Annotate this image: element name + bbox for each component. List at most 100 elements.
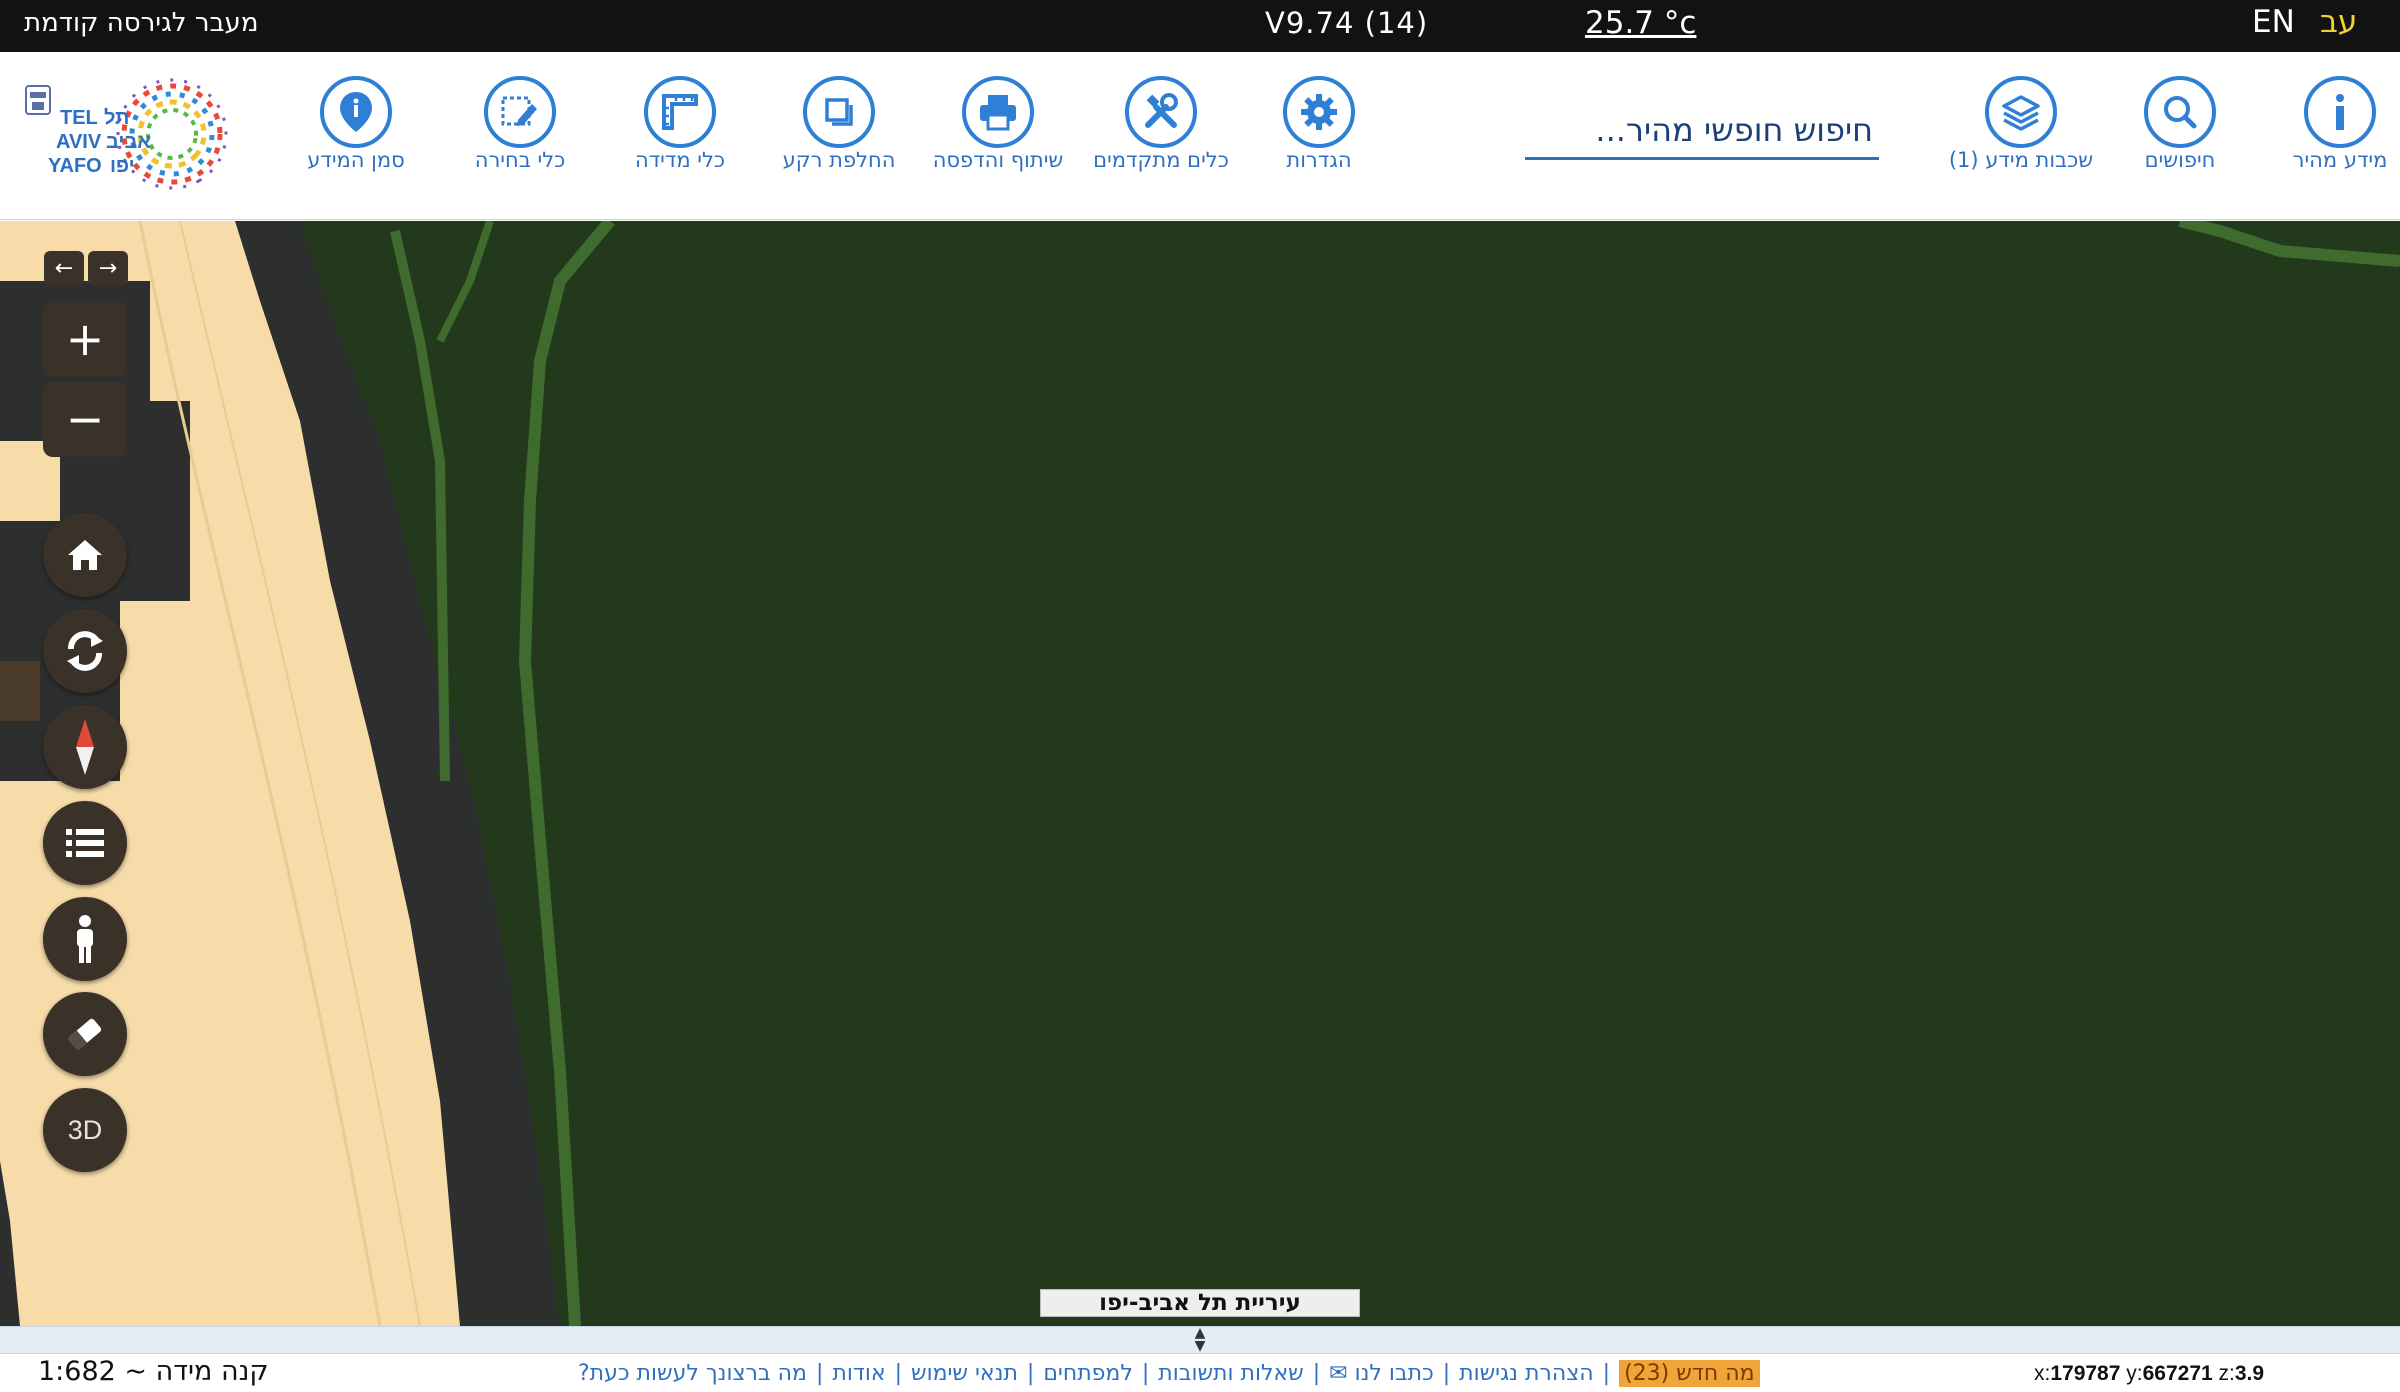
tool-background-switch[interactable]: החלפת רקע xyxy=(759,76,919,173)
background-switch-icon xyxy=(825,98,853,126)
coord-z-value: 3.9 xyxy=(2234,1362,2265,1385)
tel-aviv-logo[interactable]: TEL תל AVIV אביב YAFO יפו xyxy=(22,74,252,200)
refresh-button[interactable] xyxy=(43,609,127,693)
coord-y-value: 667271 xyxy=(2142,1362,2213,1385)
tool-quick-info[interactable]: מידע מהיר xyxy=(2260,76,2400,173)
footer-separator: | xyxy=(1312,1360,1321,1386)
refresh-icon xyxy=(67,631,103,671)
tool-selection-label: כלי בחירה xyxy=(474,148,566,172)
coord-y-label: y: xyxy=(2126,1362,2143,1385)
home-icon xyxy=(68,540,102,570)
toggle-3d-label: 3D xyxy=(67,1114,103,1145)
footer-separator: | xyxy=(1141,1360,1150,1386)
arrow-right-icon: → xyxy=(98,255,118,281)
logo-text-tel-he: תל xyxy=(104,107,129,129)
tool-layers-label: שכבות מידע (1) xyxy=(1948,148,2094,172)
tool-settings[interactable]: הגדרות xyxy=(1239,76,1399,173)
footer-separator: | xyxy=(1442,1360,1451,1386)
tool-searches[interactable]: חיפושים xyxy=(2100,76,2260,173)
footer-link-terms[interactable]: תנאי שימוש xyxy=(911,1361,1018,1386)
logo-text-yafo-he: יפו xyxy=(110,155,135,177)
footer-link-what-to-do[interactable]: מה ברצונך לעשות כעת? xyxy=(578,1361,807,1386)
map-attribution-label: עיריית תל אביב-יפו xyxy=(1040,1289,1360,1317)
tool-selection[interactable]: כלי בחירה xyxy=(440,76,600,173)
footer-link-faq[interactable]: שאלות ותשובות xyxy=(1158,1361,1303,1386)
coord-x-value: 179787 xyxy=(2050,1362,2121,1385)
map-green-road-3 xyxy=(436,221,494,343)
tool-info-marker[interactable]: סמן המידע xyxy=(276,76,436,173)
footer-link-developers[interactable]: למפתחים xyxy=(1043,1361,1133,1386)
tool-settings-label: הגדרות xyxy=(1286,148,1352,172)
eraser-button[interactable] xyxy=(43,992,127,1076)
layers-icon xyxy=(2002,95,2040,131)
tool-background-switch-label: החלפת רקע xyxy=(782,148,896,172)
logo-text-aviv-he: אביב xyxy=(106,131,151,153)
tool-quick-info-label: מידע מהיר xyxy=(2292,148,2388,172)
footer-link-about[interactable]: אודות xyxy=(832,1361,885,1386)
version-label: V9.74 (14) xyxy=(1265,6,1429,40)
zoom-out-button[interactable]: − xyxy=(43,381,127,457)
street-view-button[interactable] xyxy=(43,897,127,981)
bottom-panel-handle[interactable]: ▲ ▼ xyxy=(0,1326,2400,1354)
tool-layers[interactable]: שכבות מידע (1) xyxy=(1941,76,2101,173)
home-button[interactable] xyxy=(43,513,127,597)
map-scale: קנה מידה ~ 1:682 xyxy=(38,1356,269,1387)
coord-x-label: x: xyxy=(2034,1362,2051,1385)
ruler-icon xyxy=(662,94,698,130)
logo-text-yafo: YAFO xyxy=(48,155,102,177)
quick-search-input[interactable] xyxy=(1525,104,1879,156)
info-icon xyxy=(2336,94,2344,130)
footer-link-accessibility[interactable]: הצהרת נגישות xyxy=(1459,1361,1594,1386)
map-back-button[interactable]: ← xyxy=(44,251,84,285)
toggle-3d-button[interactable]: 3D xyxy=(43,1088,127,1172)
footer-link-contact[interactable]: כתבו לנו ✉ xyxy=(1329,1361,1434,1386)
arrow-left-icon: ← xyxy=(54,255,74,281)
map-basemap xyxy=(0,221,2400,1326)
tool-advanced-label: כלים מתקדמים xyxy=(1093,148,1229,172)
tool-searches-label: חיפושים xyxy=(2144,148,2216,172)
map-forward-button[interactable]: → xyxy=(88,251,128,285)
previous-version-link[interactable]: מעבר לגירסה קודמת xyxy=(24,8,258,38)
coord-z-label: z: xyxy=(2218,1362,2235,1385)
person-icon xyxy=(77,915,93,963)
list-icon xyxy=(66,829,104,857)
language-hebrew-button[interactable]: עב xyxy=(2320,4,2357,40)
footer-separator: | xyxy=(1602,1360,1611,1386)
map-view[interactable]: ← → + − 3D עיריית תל אביב-יפו xyxy=(0,221,2400,1326)
logo-graphic: TEL תל AVIV אביב YAFO יפו xyxy=(25,78,228,190)
expand-collapse-icon: ▲ ▼ xyxy=(1194,1325,1206,1354)
tool-measure[interactable]: כלי מדידה xyxy=(600,76,760,173)
footer-bar: קנה מידה ~ 1:682 מה ברצונך לעשות כעת? | … xyxy=(0,1354,2400,1392)
quick-search-box xyxy=(1525,104,1879,160)
compass-button[interactable] xyxy=(43,705,127,789)
printer-icon xyxy=(980,95,1016,131)
tool-measure-label: כלי מדידה xyxy=(634,148,726,172)
main-toolbar: TEL תל AVIV אביב YAFO יפו סמן המידע כלי … xyxy=(0,52,2400,220)
compass-icon xyxy=(76,719,94,775)
footer-links: מה ברצונך לעשות כעת? | אודות | תנאי שימו… xyxy=(578,1354,1818,1392)
whats-new-badge[interactable]: מה חדש (23) xyxy=(1619,1359,1760,1387)
zoom-in-button[interactable]: + xyxy=(43,301,127,377)
tool-advanced[interactable]: כלים מתקדמים xyxy=(1081,76,1241,173)
footer-separator: | xyxy=(894,1360,902,1386)
footer-separator: | xyxy=(815,1360,824,1386)
logo-text-tel: TEL xyxy=(60,107,98,129)
map-pin-icon xyxy=(340,92,372,132)
logo-text-aviv: AVIV xyxy=(56,131,102,153)
top-status-bar: מעבר לגירסה קודמת V9.74 (14) 25.7 °c EN … xyxy=(0,0,2400,52)
footer-separator: | xyxy=(1026,1360,1035,1386)
language-english-button[interactable]: EN xyxy=(2252,4,2295,40)
tool-share-print[interactable]: שיתוף והדפסה xyxy=(918,76,1078,173)
legend-list-button[interactable] xyxy=(43,801,127,885)
temperature-link[interactable]: 25.7 °c xyxy=(1585,5,1696,41)
tool-info-marker-label: סמן המידע xyxy=(307,148,405,172)
eraser-icon xyxy=(67,1018,102,1051)
municipal-emblem-icon xyxy=(25,85,51,115)
map-dark-patch xyxy=(0,661,40,721)
map-green-road-4 xyxy=(2178,221,2400,267)
map-coordinates: x:179787 y:667271 z:3.9 xyxy=(2034,1362,2264,1386)
tool-share-print-label: שיתוף והדפסה xyxy=(932,148,1064,172)
selection-pencil-icon xyxy=(501,96,537,126)
search-icon xyxy=(2164,96,2197,129)
tools-icon xyxy=(1145,93,1178,128)
